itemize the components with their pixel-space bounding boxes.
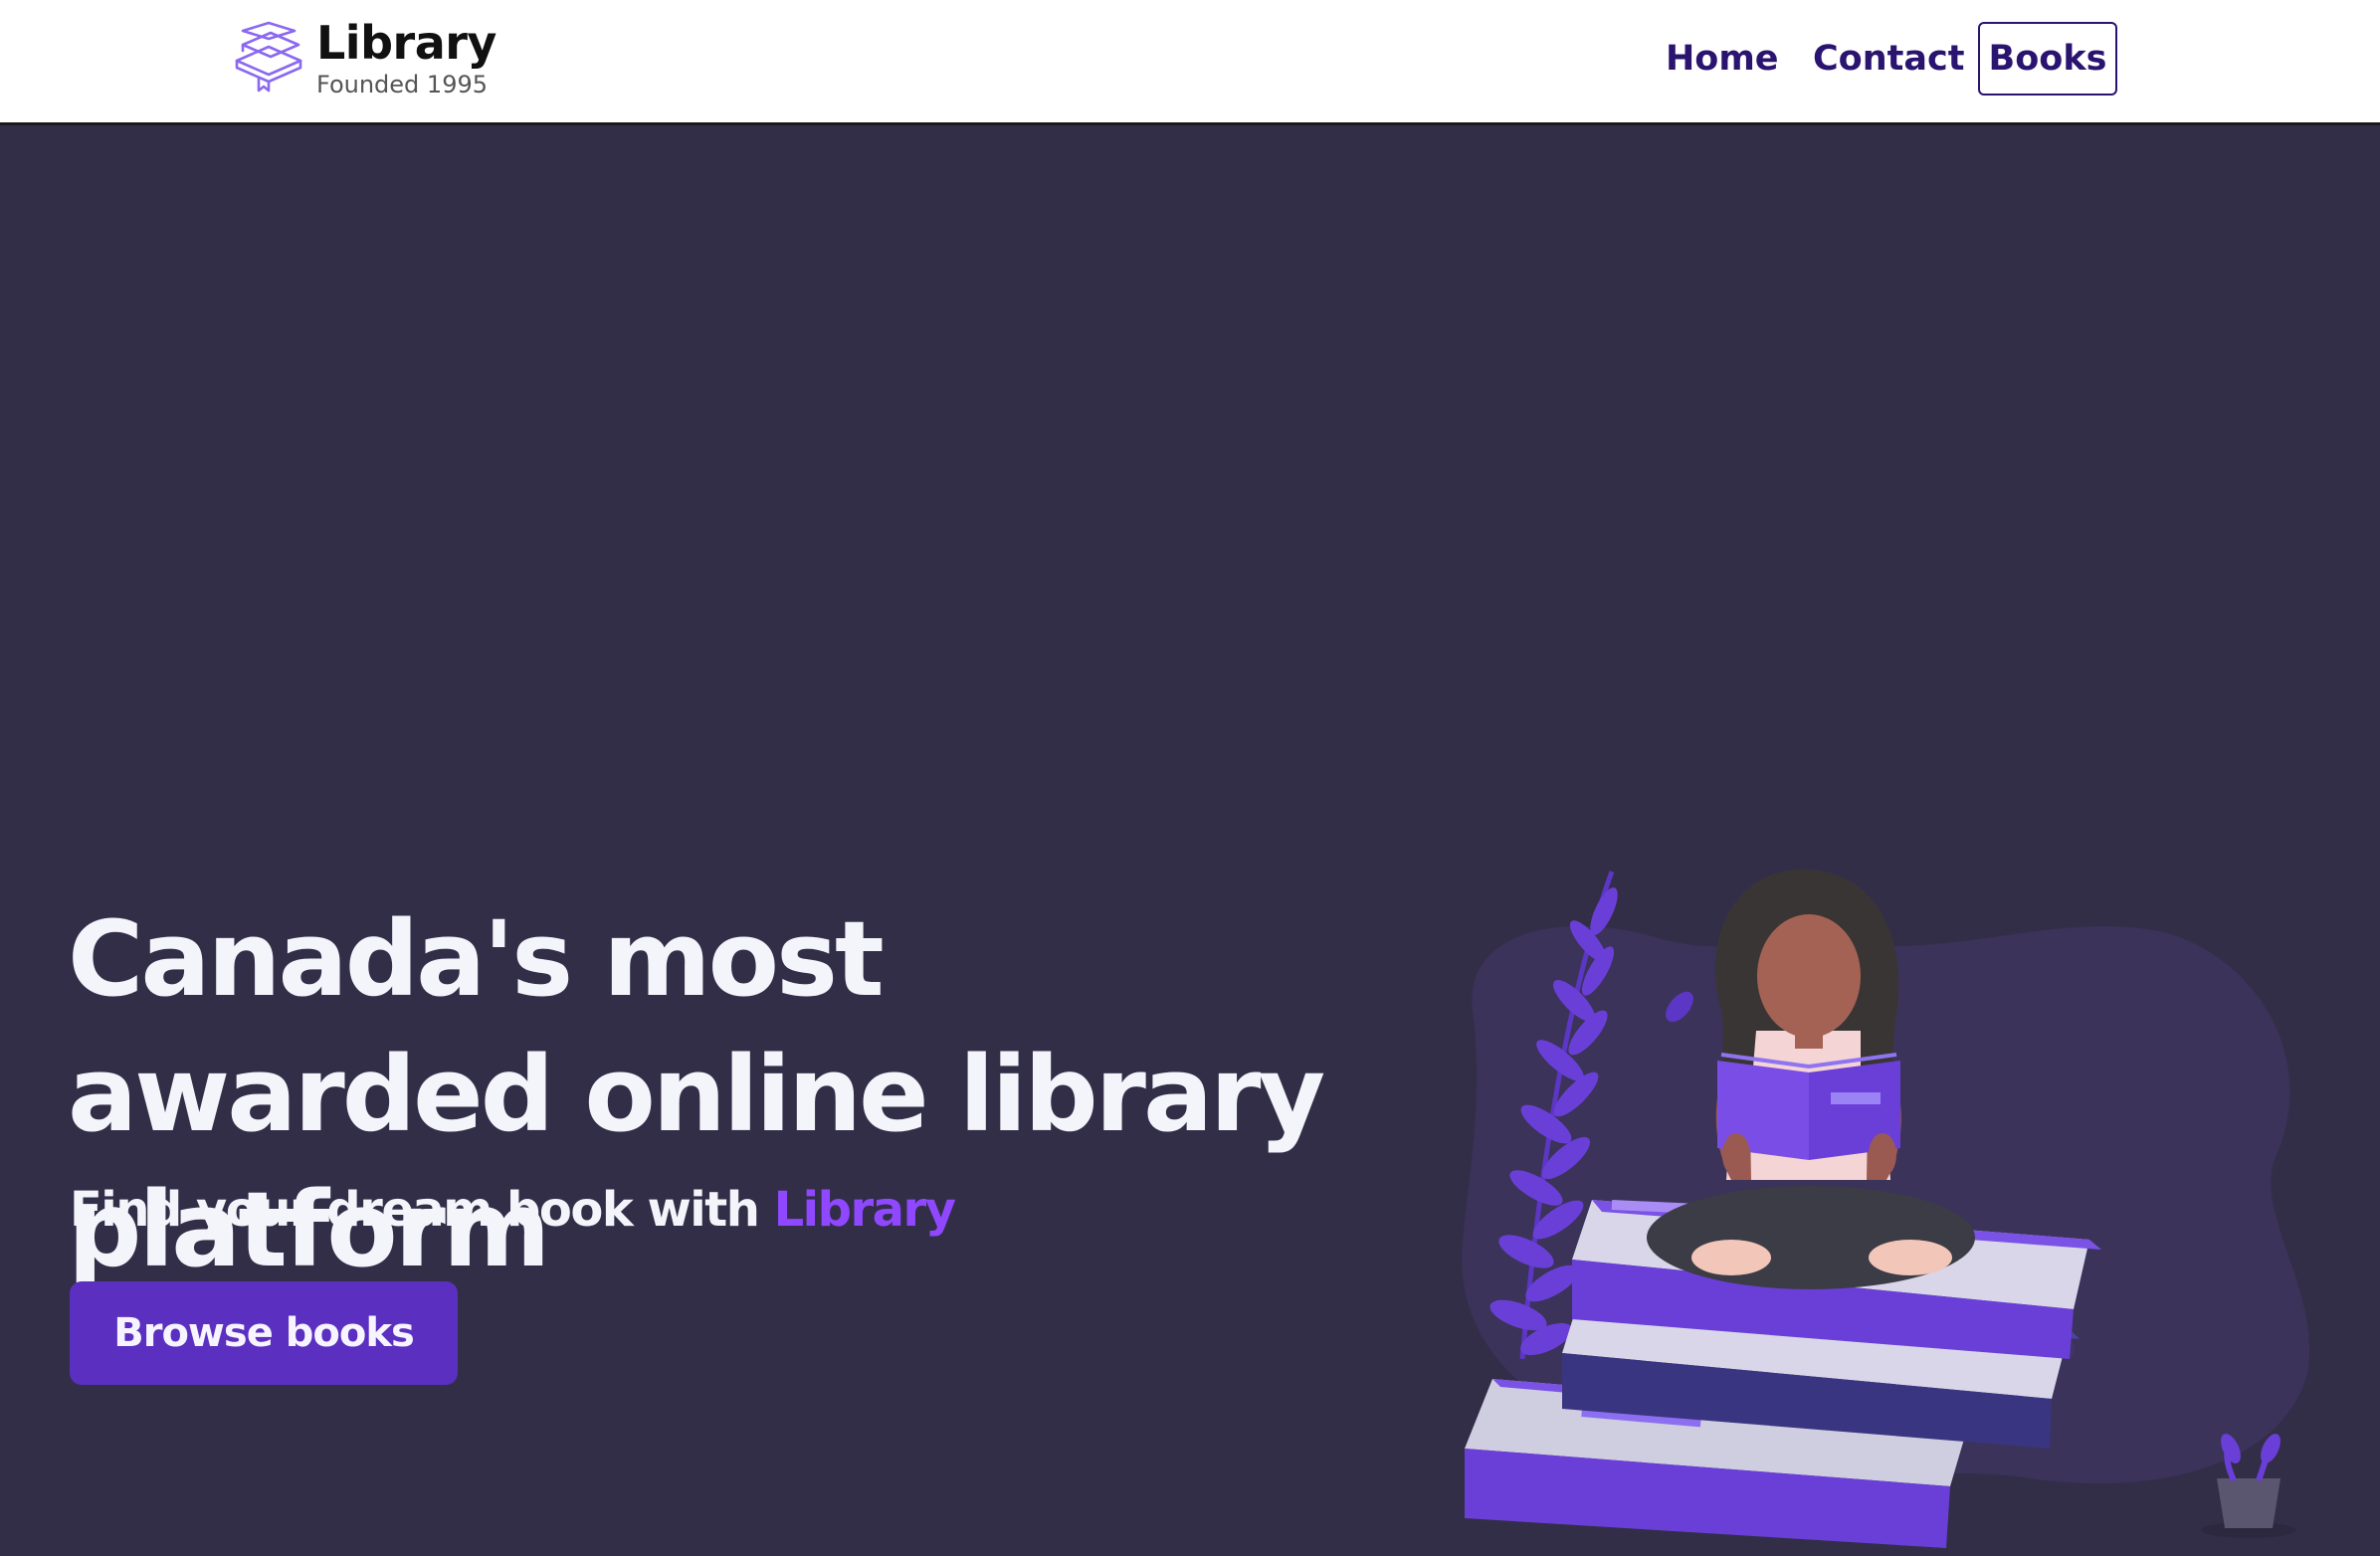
hero-section: Canada's most awarded online library pla…	[0, 125, 2380, 1556]
top-navbar: Library Founded 1995 Home Contact Books	[0, 0, 2380, 125]
nav-links: Home Contact Books	[1648, 22, 2117, 96]
nav-link-books[interactable]: Books	[1978, 22, 2117, 96]
nav-link-home[interactable]: Home	[1648, 22, 1793, 96]
stacked-books-icon	[235, 21, 302, 93]
woman-reading-on-book-stack-illustration	[1462, 869, 2309, 1548]
hero-subheading-text: Find your dream book with	[70, 1182, 774, 1238]
browse-books-button[interactable]: Browse books	[70, 1281, 458, 1385]
brand-subtitle: Founded 1995	[316, 71, 488, 98]
brand-text: Library Founded 1995	[316, 18, 496, 99]
hero-subheading-accent: Library	[773, 1182, 956, 1238]
nav-link-contact[interactable]: Contact	[1793, 22, 1964, 96]
hero-subheading: Find your dream book with Library	[70, 1180, 956, 1240]
brand-logo-link[interactable]: Library Founded 1995	[233, 14, 496, 103]
brand-title: Library	[316, 16, 496, 70]
